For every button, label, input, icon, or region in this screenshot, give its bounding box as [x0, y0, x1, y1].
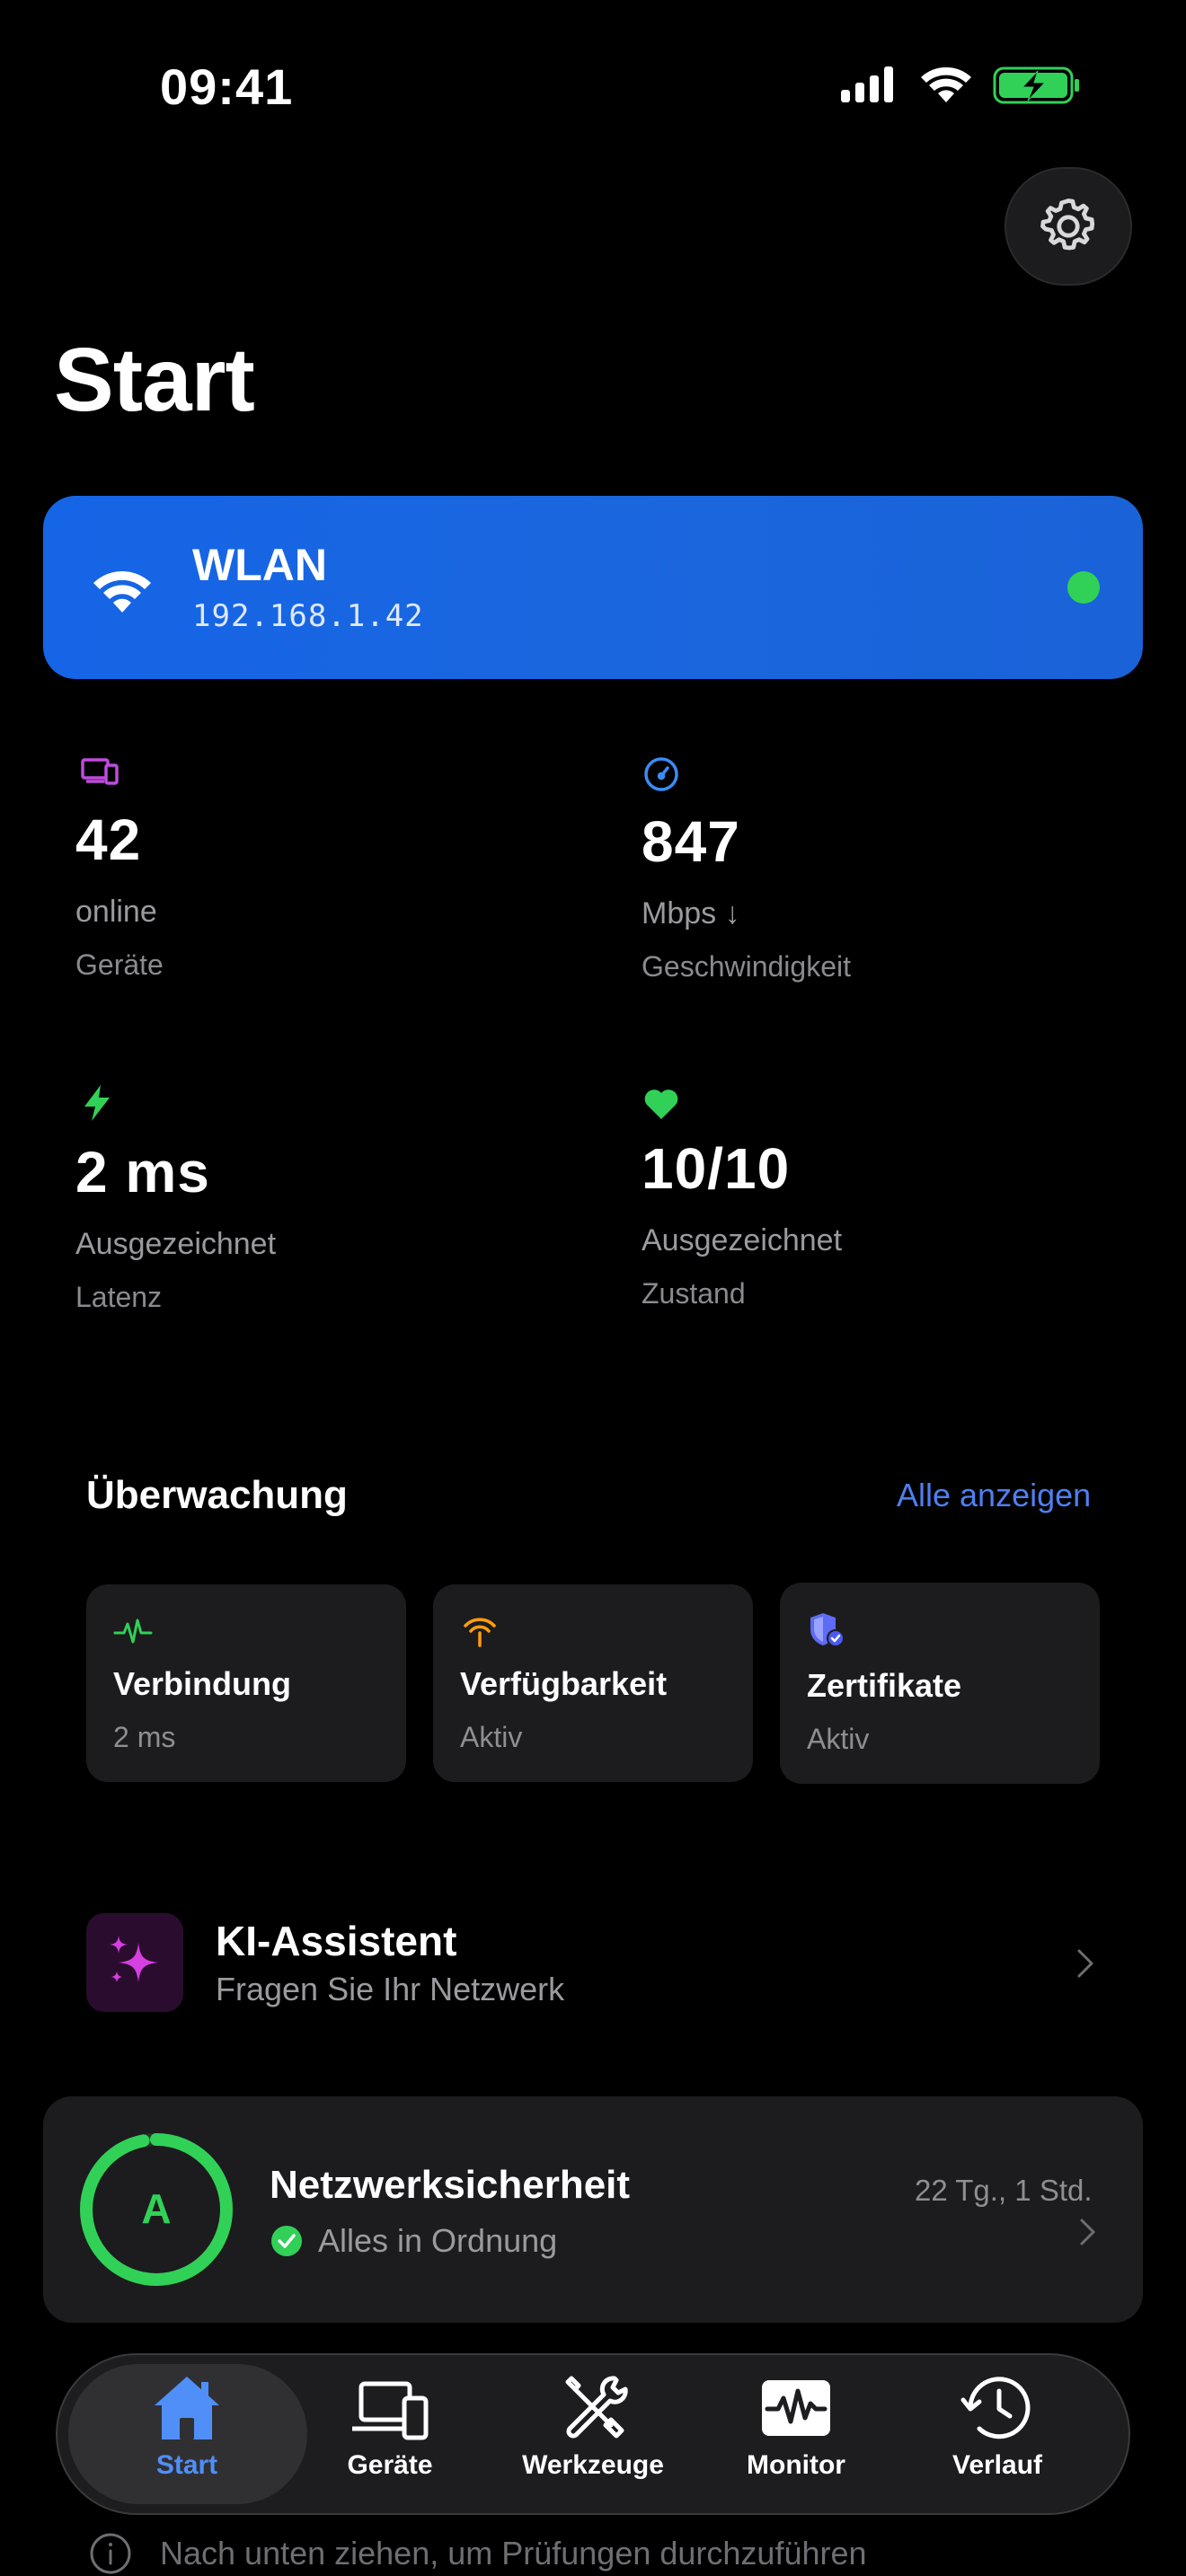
tab-label: Start	[155, 2450, 218, 2480]
monitor-card-sub: Aktiv	[807, 1723, 870, 1755]
monitor-card-title: Verfügbarkeit	[460, 1665, 668, 1702]
security-status: Alles in Ordnung	[318, 2222, 558, 2259]
checkmark-circle-icon	[271, 2226, 302, 2256]
monitoring-section-title: Überwachung	[86, 1473, 348, 1517]
stat-latency-value: 2 ms	[75, 1140, 210, 1204]
wifi-status-icon	[921, 66, 971, 102]
info-icon	[90, 2533, 131, 2574]
tools-icon	[565, 2376, 628, 2439]
tab-history[interactable]: Verlauf	[907, 2371, 1087, 2497]
monitor-card-title: Zertifikate	[807, 1667, 962, 1704]
stat-latency-sub: Ausgezeichnet	[75, 1227, 277, 1261]
chevron-right-icon[interactable]	[1075, 1947, 1096, 1980]
laptop-phone-icon	[352, 2381, 429, 2440]
tab-tools[interactable]: Werkzeuge	[503, 2371, 683, 2497]
speedometer-icon	[644, 757, 678, 791]
stat-speed-label: Geschwindigkeit	[642, 950, 851, 983]
show-all-link[interactable]: Alle anzeigen	[897, 1477, 1091, 1514]
tab-monitor[interactable]: Monitor	[706, 2371, 886, 2497]
monitor-card-sub: 2 ms	[113, 1721, 176, 1753]
shield-check-icon	[810, 1613, 845, 1647]
tab-label: Werkzeuge	[522, 2450, 664, 2480]
security-time: 22 Tg., 1 Std.	[915, 2174, 1093, 2207]
monitor-card-sub: Aktiv	[460, 1721, 523, 1753]
cellular-signal-icon	[841, 66, 893, 102]
stat-devices-value: 42	[75, 807, 142, 872]
connection-status-dot	[1067, 571, 1100, 604]
wifi-icon	[93, 571, 151, 613]
chevron-right-icon[interactable]	[1078, 2217, 1098, 2247]
security-title: Netzwerksicherheit	[270, 2163, 631, 2207]
sparkles-icon	[110, 1936, 158, 1982]
tab-devices[interactable]: Geräte	[300, 2371, 480, 2497]
waveform-monitor-icon	[762, 2380, 830, 2436]
tab-label: Verlauf	[951, 2450, 1043, 2480]
wlan-title: WLAN	[192, 540, 327, 590]
stat-health-label: Zustand	[642, 1277, 746, 1310]
ai-assistant-title[interactable]: KI-Assistent	[216, 1917, 456, 1965]
ai-assistant-icon-box[interactable]	[86, 1913, 183, 2012]
gear-icon	[1040, 198, 1095, 251]
status-time: 09:41	[160, 58, 294, 115]
tab-label: Monitor	[747, 2450, 845, 2480]
pulse-icon	[113, 1619, 153, 1644]
stat-health-sub: Ausgezeichnet	[642, 1223, 843, 1257]
settings-button[interactable]	[1005, 167, 1132, 286]
stat-devices-label: Geräte	[75, 948, 164, 981]
broadcast-icon	[464, 1618, 496, 1647]
battery-charging-icon	[993, 66, 1079, 104]
security-grade: A	[141, 2185, 172, 2232]
page-title: Start	[54, 330, 255, 430]
devices-icon	[81, 758, 119, 785]
pull-to-refresh-hint: Nach unten ziehen, um Prüfungen durchzuf…	[160, 2535, 867, 2572]
stat-speed-value: 847	[642, 809, 740, 874]
stat-latency-label: Latenz	[75, 1281, 163, 1313]
monitor-card-title: Verbindung	[113, 1665, 291, 1702]
tab-start[interactable]: Start	[97, 2371, 277, 2497]
bolt-icon	[84, 1085, 110, 1121]
house-icon	[155, 2377, 219, 2439]
stat-devices-sub: online	[75, 895, 157, 929]
status-icons	[841, 66, 1079, 104]
stat-health-value: 10/10	[642, 1136, 791, 1201]
history-icon	[960, 2377, 1031, 2439]
tab-label: Geräte	[347, 2450, 433, 2480]
heart-icon	[644, 1090, 678, 1119]
stat-speed-sub: Mbps ↓	[642, 896, 740, 931]
wlan-ip-address: 192.168.1.42	[192, 598, 424, 634]
ai-assistant-subtitle: Fragen Sie Ihr Netzwerk	[216, 1971, 565, 2007]
